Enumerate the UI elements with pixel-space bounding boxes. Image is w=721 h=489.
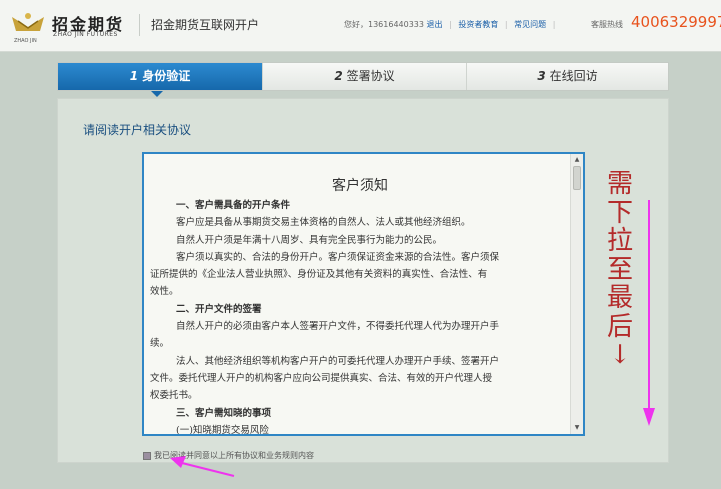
section-title: 请阅读开户相关协议 bbox=[83, 123, 192, 137]
active-step-indicator bbox=[151, 91, 163, 97]
consent-checkbox[interactable] bbox=[143, 451, 151, 460]
page-subtitle: 招金期货互联网开户 bbox=[151, 18, 260, 32]
agreement-line: 文件。委托代理人开户的机构客户应向公司提供真实、合法、有效的开户代理人授 bbox=[150, 372, 493, 384]
annotation-char: 至 bbox=[606, 254, 633, 285]
step-identity[interactable]: 1 身份验证 bbox=[58, 63, 262, 90]
logo-icon bbox=[12, 13, 44, 31]
step-bar: 1 身份验证 2 签署协议 3 在线回访 bbox=[57, 62, 669, 91]
header: 招金期货 ZHAO JIN ZHAO JIN FUTURES 招金期货互联网开户… bbox=[0, 0, 721, 52]
agreement-line: 自然人开户须是年满十八周岁、具有完全民事行为能力的公民。 bbox=[176, 234, 443, 246]
agreement-line: 证所提供的《企业法人营业执照》、身份证及其他有关资料的真实性、合法性、有 bbox=[150, 269, 488, 281]
greeting: 您好，13616440333 bbox=[344, 20, 424, 29]
step-number: 3 bbox=[537, 69, 546, 83]
logout-link[interactable]: 退出 bbox=[427, 20, 443, 29]
divider: | bbox=[552, 20, 556, 29]
agreement-text: 一、客户需具备的开户条件客户应是具备从事期货交易主体资格的自然人、法人或其他经济… bbox=[150, 197, 570, 436]
scroll-thumb[interactable] bbox=[573, 166, 581, 190]
agreement-line: 效性。 bbox=[150, 286, 179, 298]
annotation-char: 拉 bbox=[606, 226, 633, 256]
pointer-arrow-shaft bbox=[177, 461, 235, 477]
step-label: 身份验证 bbox=[142, 69, 191, 83]
brand-sub: ZHAO JIN bbox=[14, 38, 37, 44]
agreement-line: 法人、其他经济组织等机构客户开户的可委托代理人办理开户手续、签署开户 bbox=[176, 355, 500, 367]
annotation-char: 需 bbox=[606, 169, 633, 199]
step-number: 1 bbox=[129, 69, 139, 83]
agreement-line: 客户应是具备从事期货交易主体资格的自然人、法人或其他经济组织。 bbox=[176, 217, 471, 229]
step-label: 在线回访 bbox=[549, 69, 598, 83]
agreement-box[interactable]: 客户须知 一、客户需具备的开户条件客户应是具备从事期货交易主体资格的自然人、法人… bbox=[142, 152, 585, 436]
hotline-label: 客服热线 bbox=[591, 20, 623, 29]
agreement-line: 三、客户需知晓的事项 bbox=[176, 407, 272, 419]
hotline-number: 4006329997 bbox=[631, 13, 721, 31]
agreement-line: (一)知晓期货交易风险 bbox=[176, 424, 269, 436]
scrollbar[interactable]: ▲ ▼ bbox=[570, 154, 583, 434]
agreement-line: 续。 bbox=[150, 338, 170, 350]
agreement-line: 一、客户需具备的开户条件 bbox=[176, 200, 291, 211]
consent-row[interactable]: 我已阅读并同意以上所有协议和业务规则内容 bbox=[143, 450, 314, 461]
scroll-down-icon[interactable]: ▼ bbox=[571, 422, 583, 434]
agreement-line: 客户须以真实的、合法的身份开户。客户须保证资金来源的合法性。客户须保 bbox=[176, 251, 500, 263]
divider: | bbox=[504, 20, 508, 29]
divider: | bbox=[449, 20, 452, 29]
scroll-up-icon[interactable]: ▲ bbox=[571, 154, 583, 166]
agreement-line: 自然人开户的必须由客户本人签署开户文件，不得委托代理人代为办理开户手 bbox=[176, 321, 500, 333]
investor-education-link[interactable]: 投资者教育 bbox=[458, 20, 498, 29]
user-bar: 您好，13616440333 退出 | 投资者教育 | 常见问题 | bbox=[344, 19, 559, 30]
consent-label: 我已阅读并同意以上所有协议和业务规则内容 bbox=[154, 451, 314, 460]
brand-english: ZHAO JIN FUTURES bbox=[53, 31, 118, 38]
step-callback[interactable]: 3 在线回访 bbox=[466, 63, 668, 90]
annotation-text: 需下拉至最后 ↓ bbox=[600, 170, 640, 370]
annotation-char: 下 bbox=[606, 197, 633, 228]
step-number: 2 bbox=[334, 69, 343, 83]
agreement-content: 客户须知 一、客户需具备的开户条件客户应是具备从事期货交易主体资格的自然人、法人… bbox=[150, 154, 570, 436]
annotation-char: 后 bbox=[606, 311, 633, 342]
annotation-char: 最 bbox=[606, 283, 633, 313]
faq-link[interactable]: 常见问题 bbox=[514, 20, 546, 29]
header-divider bbox=[139, 14, 140, 36]
agreement-line: 权委托书。 bbox=[150, 390, 198, 402]
step-label: 签署协议 bbox=[346, 69, 395, 83]
agreement-title: 客户须知 bbox=[332, 178, 388, 194]
annotation-char: ↓ bbox=[609, 340, 631, 370]
agreement-line: 二、开户文件的签署 bbox=[176, 303, 262, 315]
step-sign[interactable]: 2 签署协议 bbox=[262, 63, 466, 90]
